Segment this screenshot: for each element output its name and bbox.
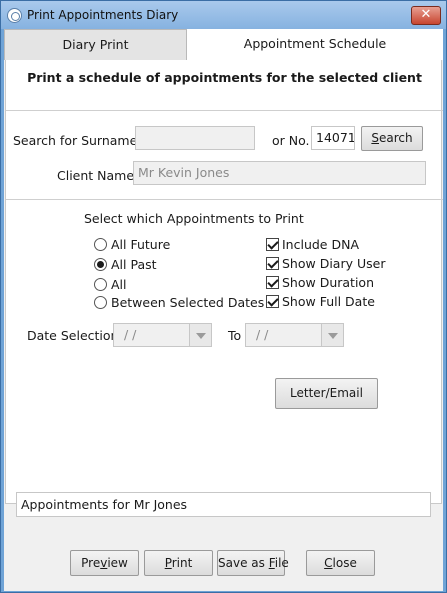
checkbox-show-duration[interactable] [266,276,279,289]
chevron-down-icon[interactable] [321,324,343,346]
panel-heading: Print a schedule of appointments for the… [27,70,422,85]
dialog-body: Diary Print Appointment Schedule Print a… [4,29,443,591]
radio-between-dates[interactable] [94,296,107,309]
date-from-dropdown[interactable]: / / [113,323,212,347]
radio-all-future-label: All Future [111,237,171,252]
date-from-value: / / [124,327,137,342]
save-as-file-button[interactable]: Save as File [217,550,289,576]
window-title: Print Appointments Diary [27,8,179,22]
radio-between-dates-label: Between Selected Dates [111,295,265,310]
client-name-label: Client Name [57,168,135,183]
app-icon [7,8,22,23]
checkbox-show-full-date-label: Show Full Date [282,294,375,309]
date-to-value: / / [256,327,269,342]
checkbox-include-dna-label: Include DNA [282,237,360,252]
checkbox-include-dna[interactable] [266,238,279,251]
report-title-input[interactable]: Appointments for Mr Jones [16,492,431,517]
date-to-dropdown[interactable]: / / [245,323,344,347]
tab-appointment-schedule[interactable]: Appointment Schedule [187,29,443,60]
radio-all[interactable] [94,278,107,291]
client-name-field: Mr Kevin Jones [133,161,426,185]
client-number-input[interactable]: 14071 [311,126,355,150]
search-button-accelerator: S [371,131,379,145]
date-selection-label: Date Selection [27,328,119,343]
title-bar[interactable]: Print Appointments Diary ✕ [1,1,446,29]
checkbox-show-diary-user[interactable] [266,257,279,270]
checkbox-show-full-date[interactable] [266,295,279,308]
checkbox-show-diary-user-label: Show Diary User [282,256,386,271]
radio-all-label: All [111,277,127,292]
window-close-button[interactable]: ✕ [411,6,441,25]
search-button[interactable]: Search [361,126,423,151]
number-label: or No. [272,133,310,148]
radio-all-future[interactable] [94,238,107,251]
date-to-label: To [228,328,242,343]
tab-diary-print[interactable]: Diary Print [4,29,187,60]
print-button[interactable]: Print [144,550,213,576]
preview-button[interactable]: Preview [70,550,139,576]
chevron-down-icon[interactable] [189,324,211,346]
print-appointments-window: Print Appointments Diary ✕ Diary Print A… [0,0,447,593]
divider [6,199,443,200]
radio-all-past[interactable] [94,258,107,271]
select-appointments-title: Select which Appointments to Print [84,211,304,226]
letter-email-button[interactable]: Letter/Email [275,378,378,409]
close-button[interactable]: Close [306,550,375,576]
appointment-schedule-panel: Print a schedule of appointments for the… [5,60,443,504]
divider [6,110,443,111]
checkbox-show-duration-label: Show Duration [282,275,374,290]
radio-all-past-label: All Past [111,257,157,272]
surname-label: Search for Surname [13,133,138,148]
surname-input[interactable] [135,126,255,150]
